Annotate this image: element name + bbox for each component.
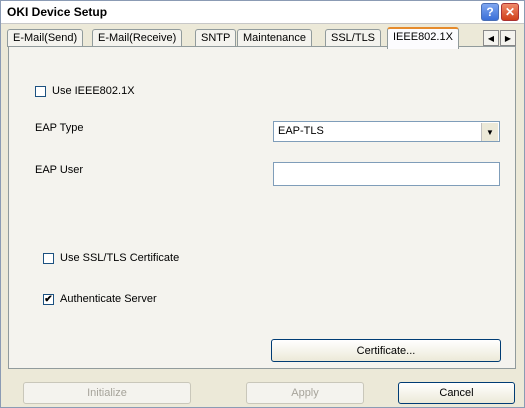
chevron-down-icon[interactable]: ▼ — [481, 123, 498, 141]
eap-user-input[interactable] — [273, 162, 500, 186]
tab-sntp[interactable]: SNTP — [195, 29, 237, 47]
ieee-settings-panel: Use IEEE802.1X EAP Type EAP-TLS ▼ EAP Us… — [8, 46, 516, 369]
use-ieee-checkbox[interactable] — [35, 85, 46, 97]
eap-type-label: EAP Type — [35, 122, 84, 134]
tab-strip: E-Mail(Send) E-Mail(Receive) SNTP Mainte… — [7, 27, 517, 49]
use-ssl-label: Use SSL/TLS Certificate — [60, 252, 180, 264]
certificate-button[interactable]: Certificate... — [271, 339, 501, 362]
eap-type-select[interactable]: EAP-TLS ▼ — [273, 121, 500, 142]
close-button[interactable]: ✕ — [501, 3, 519, 21]
use-ieee-label: Use IEEE802.1X — [52, 85, 135, 97]
tab-email-receive[interactable]: E-Mail(Receive) — [92, 29, 183, 47]
eap-user-label: EAP User — [35, 164, 84, 176]
title-bar: OKI Device Setup ? ✕ — [1, 1, 524, 24]
tab-maintenance[interactable]: Maintenance — [237, 29, 312, 47]
auth-server-label: Authenticate Server — [60, 293, 157, 305]
tab-ieee8021x[interactable]: IEEE802.1X — [387, 27, 459, 49]
use-ssl-row[interactable]: Use SSL/TLS Certificate — [43, 252, 179, 264]
tab-scroll-left-icon[interactable]: ◀ — [483, 30, 499, 46]
auth-server-row[interactable]: ✔ Authenticate Server — [43, 293, 157, 305]
apply-button[interactable]: Apply — [246, 382, 364, 404]
window-title: OKI Device Setup — [7, 5, 108, 19]
tab-ssl-tls[interactable]: SSL/TLS — [325, 29, 382, 47]
dialog-window: OKI Device Setup ? ✕ E-Mail(Send) E-Mail… — [0, 0, 525, 408]
cancel-button[interactable]: Cancel — [398, 382, 515, 404]
use-ieee-row[interactable]: Use IEEE802.1X — [35, 85, 135, 97]
use-ssl-checkbox[interactable] — [43, 252, 54, 264]
eap-type-value: EAP-TLS — [278, 125, 324, 137]
help-button[interactable]: ? — [481, 3, 499, 21]
tab-email-send[interactable]: E-Mail(Send) — [7, 29, 84, 47]
tab-scroll-right-icon[interactable]: ▶ — [500, 30, 516, 46]
initialize-button[interactable]: Initialize — [23, 382, 191, 404]
auth-server-checkbox[interactable]: ✔ — [43, 293, 54, 305]
